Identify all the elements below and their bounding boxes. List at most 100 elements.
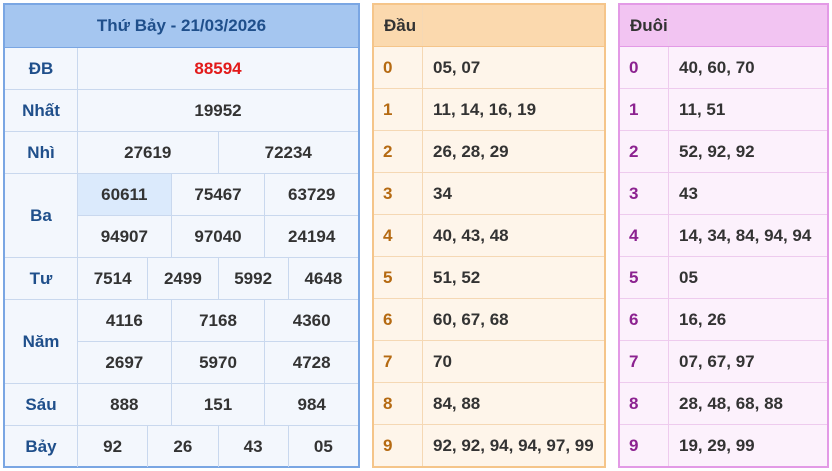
dau-row: 0 05, 07: [374, 47, 604, 89]
prize-label: Năm: [5, 300, 78, 383]
duoi-values: 43: [668, 173, 827, 214]
prize-values: 19952: [78, 90, 358, 131]
dau-row: 8 84, 88: [374, 383, 604, 425]
prize-line: 92 26 43 05: [78, 426, 358, 467]
duoi-values: 14, 34, 84, 94, 94: [668, 215, 827, 256]
prize-number: 05: [287, 426, 358, 467]
prize-number: 27619: [124, 142, 172, 162]
dau-digit: 8: [383, 393, 393, 413]
prize-line: 7514 2499 5992 4648: [78, 258, 358, 299]
dau-header-label: Đầu: [384, 15, 417, 35]
dau-row: 5 51, 52: [374, 257, 604, 299]
prize-number: 19952: [194, 100, 242, 120]
prize-values: 4116 7168 4360 2697 5970 4728: [78, 300, 358, 383]
prize-number: 43: [217, 426, 288, 467]
dau-values: 84, 88: [422, 383, 604, 424]
prize-line: 4116 7168 4360: [78, 300, 358, 341]
prize-label: Bảy: [5, 426, 78, 467]
prize-number: 4360: [264, 300, 358, 341]
dau-values: 60, 67, 68: [422, 299, 604, 340]
duoi-values: 07, 67, 97: [668, 341, 827, 382]
prize-line: 60611 75467 63729: [78, 174, 358, 215]
prize-label: Ba: [5, 174, 78, 257]
special-prize-number: 88594: [194, 58, 242, 78]
prize-label: ĐB: [5, 48, 78, 89]
dau-digit: 0: [383, 57, 393, 77]
dau-digit: 1: [383, 99, 393, 119]
duoi-row: 5 05: [620, 257, 827, 299]
dau-digit: 9: [383, 435, 393, 455]
prize-line: 2697 5970 4728: [78, 341, 358, 383]
duoi-digit: 8: [629, 393, 639, 413]
prize-label: Nhì: [5, 132, 78, 173]
duoi-values: 52, 92, 92: [668, 131, 827, 172]
prize-line: 19952: [78, 90, 358, 131]
prize-number: 888: [110, 394, 139, 414]
dau-digit: 6: [383, 309, 393, 329]
prize-number: 63729: [264, 174, 358, 215]
duoi-table: Đuôi 0 40, 60, 70 1 11, 51 2 52, 92, 92 3 43 4 14…: [618, 3, 829, 468]
results-table: Thứ Bảy - 21/03/2026 ĐB 88594 Nhất 19952 Nhì…: [3, 3, 360, 468]
duoi-header-blank: [668, 5, 827, 46]
prize-number: 2499: [147, 258, 217, 299]
duoi-values: 11, 51: [668, 89, 827, 130]
prize-line: 27619 72234: [78, 132, 358, 173]
duoi-row: 1 11, 51: [620, 89, 827, 131]
prize-number: 4648: [287, 258, 358, 299]
duoi-digit: 5: [629, 267, 639, 287]
prize-number: 72234: [217, 132, 359, 173]
prize-line: 888 151 984: [78, 384, 358, 425]
duoi-values: 05: [668, 257, 827, 298]
prize-number: 7168: [170, 300, 265, 341]
duoi-values: 16, 26: [668, 299, 827, 340]
prize-number: 92: [103, 436, 123, 456]
prize-number: 26: [147, 426, 217, 467]
duoi-row: 8 28, 48, 68, 88: [620, 383, 827, 425]
duoi-row: 2 52, 92, 92: [620, 131, 827, 173]
prize-number: 60611: [78, 174, 171, 215]
duoi-digit: 6: [629, 309, 639, 329]
prize-rows: ĐB 88594 Nhất 19952 Nhì 27619 72234 Ba 60611 7546…: [5, 48, 358, 467]
prize-number: 97040: [170, 216, 265, 257]
duoi-values: 28, 48, 68, 88: [668, 383, 827, 424]
dau-row: 1 11, 14, 16, 19: [374, 89, 604, 131]
dau-values: 40, 43, 48: [422, 215, 604, 256]
dau-digit: 5: [383, 267, 393, 287]
dau-row: 4 40, 43, 48: [374, 215, 604, 257]
duoi-row: 4 14, 34, 84, 94, 94: [620, 215, 827, 257]
dau-values: 26, 28, 29: [422, 131, 604, 172]
dau-row: 6 60, 67, 68: [374, 299, 604, 341]
prize-row: Sáu 888 151 984: [5, 384, 358, 426]
prize-values: 60611 75467 63729 94907 97040 24194: [78, 174, 358, 257]
prize-number: 4728: [264, 342, 358, 383]
duoi-digit: 7: [629, 351, 639, 371]
prize-values: 888 151 984: [78, 384, 358, 425]
prize-number: 151: [170, 384, 265, 425]
dau-row: 3 34: [374, 173, 604, 215]
prize-line: 94907 97040 24194: [78, 215, 358, 257]
prize-values: 92 26 43 05: [78, 426, 358, 467]
duoi-digit: 3: [629, 183, 639, 203]
duoi-digit: 4: [629, 225, 639, 245]
dau-values: 11, 14, 16, 19: [422, 89, 604, 130]
duoi-header-label: Đuôi: [630, 15, 668, 35]
duoi-values: 19, 29, 99: [668, 425, 827, 466]
dau-values: 05, 07: [422, 47, 604, 88]
dau-table: Đầu 0 05, 07 1 11, 14, 16, 19 2 26, 28, 29 3 34…: [372, 3, 606, 468]
prize-label: Nhất: [5, 90, 78, 131]
prize-number: 5970: [170, 342, 265, 383]
prize-row: Ba 60611 75467 63729 94907 97040 24194: [5, 174, 358, 258]
dau-values: 51, 52: [422, 257, 604, 298]
dau-header-blank: [422, 5, 604, 46]
duoi-row: 9 19, 29, 99: [620, 425, 827, 466]
duoi-digit: 9: [629, 435, 639, 455]
dau-digit: 7: [383, 351, 393, 371]
dau-values: 70: [422, 341, 604, 382]
dau-digit: 4: [383, 225, 393, 245]
prize-values: 27619 72234: [78, 132, 358, 173]
duoi-row: 0 40, 60, 70: [620, 47, 827, 89]
dau-row: 7 70: [374, 341, 604, 383]
prize-row: Nhì 27619 72234: [5, 132, 358, 174]
prize-values: 88594: [78, 48, 358, 89]
dau-values: 34: [422, 173, 604, 214]
